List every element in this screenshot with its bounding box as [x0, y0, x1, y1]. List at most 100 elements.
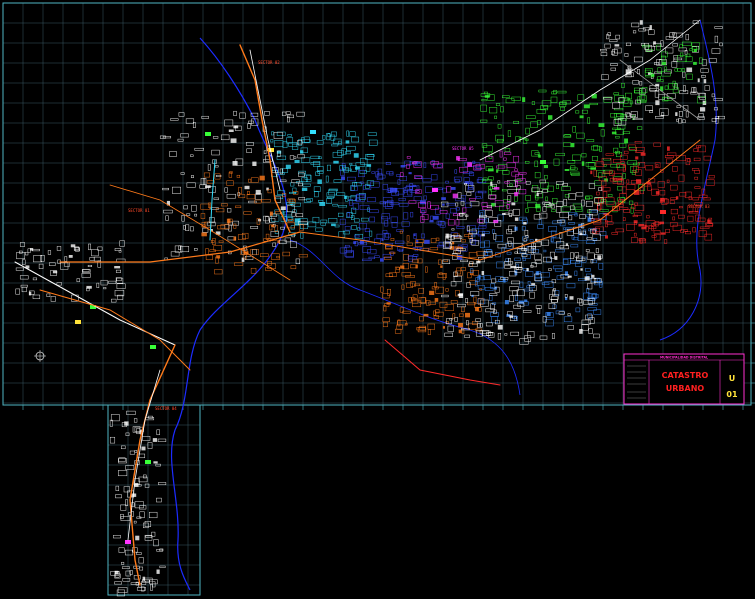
highlight-parcel: [125, 540, 131, 544]
parcel-fill: [538, 154, 541, 158]
parcel-fill: [565, 243, 569, 246]
parcel-fill: [266, 187, 269, 191]
parcel-fill: [481, 233, 485, 237]
parcel-fill: [445, 233, 449, 239]
parcel-fill: [649, 25, 652, 30]
parcel-fill: [587, 217, 592, 222]
label-sector-east: SECTOR 03: [688, 204, 710, 209]
parcel-fill: [429, 290, 435, 295]
parcel-fill: [416, 239, 419, 244]
parcel-fill: [703, 79, 707, 84]
label-sector-mid: SECTOR 05: [452, 146, 474, 151]
parcel-fill: [514, 192, 519, 197]
parcel-fill: [509, 315, 513, 318]
parcel-fill: [481, 271, 485, 276]
parcel-fill: [300, 150, 304, 154]
parcel-fill: [590, 167, 596, 170]
parcel-fill: [341, 176, 345, 181]
parcel-fill: [230, 138, 237, 143]
parcel-fill: [381, 238, 384, 241]
parcel-fill: [524, 299, 528, 302]
parcel-fill: [392, 188, 398, 192]
parcel-fill: [579, 115, 584, 119]
parcel-fill: [259, 175, 265, 181]
parcel-fill: [591, 274, 595, 278]
parcel-fill: [614, 44, 620, 47]
parcel-fill: [543, 164, 548, 169]
parcel-fill: [228, 129, 234, 132]
parcel-fill: [536, 193, 539, 197]
parcel-fill: [567, 275, 572, 278]
parcel-fill: [441, 197, 446, 201]
parcel-fill: [475, 306, 479, 312]
title-line-1: CATASTRO: [662, 371, 709, 380]
parcel-fill: [244, 185, 250, 190]
highlight-parcel: [205, 132, 211, 136]
parcel-fill: [598, 123, 605, 127]
parcel-fill: [584, 276, 590, 281]
parcel-fill: [523, 222, 527, 225]
parcel-fill: [675, 112, 678, 116]
parcel-fill: [434, 298, 439, 302]
parcel-fill: [583, 104, 590, 109]
parcel-fill: [70, 244, 76, 248]
parcel-fill: [258, 218, 262, 222]
parcel-fill: [319, 202, 326, 206]
parcel-fill: [114, 570, 119, 575]
parcel-fill: [640, 152, 646, 156]
parcel-fill: [496, 169, 499, 173]
parcel-fill: [420, 200, 426, 205]
parcel-fill: [597, 255, 602, 261]
parcel-fill: [134, 483, 139, 487]
parcel-fill: [201, 232, 207, 237]
parcel-fill: [141, 446, 146, 451]
parcel-fill: [564, 271, 568, 276]
parcel-fill: [280, 206, 286, 210]
parcel-fill: [156, 569, 160, 574]
parcel-fill: [317, 179, 322, 184]
parcel-fill: [271, 224, 275, 227]
parcel-fill: [205, 185, 211, 188]
parcel-fill: [400, 165, 406, 168]
parcel-fill: [86, 285, 92, 289]
parcel-fill: [497, 324, 503, 330]
label-sector-west: SECTOR 01: [128, 208, 150, 213]
highlight-parcel: [150, 345, 156, 349]
parcel-fill: [233, 236, 237, 241]
parcel-fill: [564, 169, 570, 171]
parcel-fill: [408, 172, 412, 175]
parcel-fill: [432, 215, 439, 220]
parcel-fill: [580, 268, 583, 271]
parcel-fill: [693, 61, 697, 65]
parcel-fill: [686, 67, 693, 73]
map-background: [0, 0, 755, 599]
parcel-fill: [624, 138, 628, 144]
label-sector-south: SECTOR 04: [155, 406, 177, 411]
parcel-fill: [531, 283, 536, 286]
parcel-fill: [429, 220, 434, 223]
parcel-fill: [465, 312, 470, 318]
parcel-fill: [442, 326, 445, 329]
parcel-fill: [226, 218, 231, 224]
parcel-fill: [693, 49, 697, 52]
parcel-fill: [655, 100, 660, 106]
parcel-fill: [142, 576, 146, 581]
parcel-fill: [30, 248, 34, 251]
parcel-fill: [28, 291, 32, 296]
parcel-fill: [675, 196, 679, 200]
highlight-parcel: [310, 130, 316, 134]
parcel-fill: [546, 312, 551, 317]
parcel-fill: [526, 268, 529, 272]
parcel-fill: [633, 220, 638, 224]
parcel-fill: [554, 256, 558, 260]
highlight-parcel: [145, 460, 151, 464]
parcel-fill: [366, 164, 372, 167]
parcel-fill: [277, 240, 281, 244]
parcel-fill: [611, 131, 617, 135]
parcel-fill: [294, 218, 301, 223]
parcel-fill: [697, 78, 700, 83]
parcel-fill: [503, 277, 506, 283]
parcel-fill: [484, 95, 490, 98]
parcel-fill: [638, 224, 645, 227]
parcel-fill: [659, 221, 664, 225]
